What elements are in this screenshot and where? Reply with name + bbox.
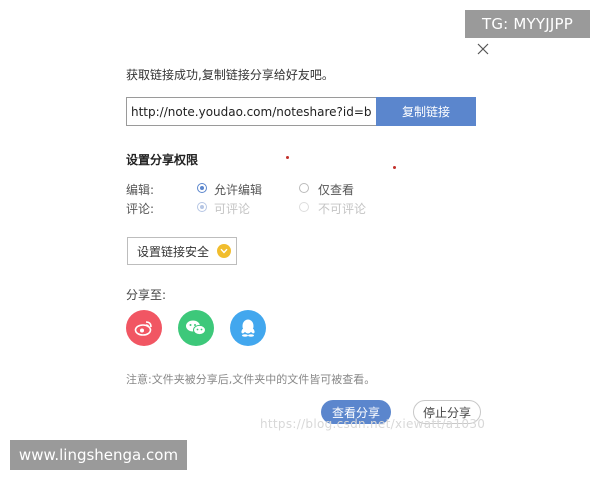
share-qq-button[interactable] — [230, 310, 266, 346]
share-wechat-button[interactable] — [178, 310, 214, 346]
share-note: 注意:文件夹被分享后,文件夹中的文件皆可被查看。 — [126, 373, 376, 386]
blog-watermark: https://blog.csdn.net/xiewatt/a1030 — [260, 417, 486, 431]
link-security-label: 设置链接安全 — [137, 244, 210, 259]
radio-no-comment[interactable] — [299, 202, 309, 212]
wechat-icon — [186, 320, 206, 336]
can-comment-label: 可评论 — [214, 202, 251, 216]
site-watermark: www.lingshenga.com — [10, 440, 187, 470]
close-button[interactable] — [474, 40, 492, 58]
red-dot-mark — [393, 166, 396, 169]
radio-view-only[interactable] — [299, 183, 309, 193]
red-dot-mark — [286, 156, 289, 159]
close-icon — [477, 43, 489, 55]
edit-label: 编辑: — [126, 183, 155, 197]
watermark-badge: TG: MYYJJPP — [465, 10, 590, 38]
weibo-icon — [134, 321, 152, 336]
view-only-label: 仅查看 — [318, 183, 355, 197]
radio-can-comment[interactable] — [197, 202, 207, 212]
permission-title: 设置分享权限 — [126, 153, 199, 167]
share-link-input[interactable] — [126, 97, 376, 126]
qq-icon — [241, 319, 255, 337]
intro-text: 获取链接成功,复制链接分享给好友吧。 — [126, 68, 334, 82]
chevron-down-icon — [217, 244, 232, 258]
share-weibo-button[interactable] — [126, 310, 162, 346]
link-security-button[interactable]: 设置链接安全 — [127, 237, 237, 265]
copy-link-button[interactable]: 复制链接 — [376, 97, 476, 126]
allow-edit-label: 允许编辑 — [214, 183, 263, 197]
no-comment-label: 不可评论 — [318, 202, 367, 216]
share-to-label: 分享至: — [126, 288, 167, 302]
comment-label: 评论: — [126, 202, 155, 216]
radio-allow-edit[interactable] — [197, 183, 207, 193]
